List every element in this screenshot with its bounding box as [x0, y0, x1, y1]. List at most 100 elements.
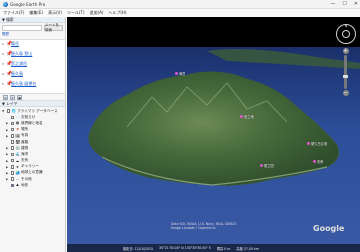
globe-icon: 🌐 [11, 109, 16, 114]
result-number: 2 [2, 52, 4, 56]
layer-label: 天気 [21, 158, 29, 163]
gallery-icon: ★ [15, 164, 20, 169]
earth-3d-view[interactable]: 竜岳 宮之浦 屋久島空港 安房 尾之間 N + − Data SIO, NOAA… [67, 17, 360, 252]
expand-icon[interactable]: ▶ [6, 128, 9, 132]
expand-icon[interactable]: ▶ [6, 165, 9, 169]
poi-dot-icon [313, 160, 316, 163]
poi-marker[interactable]: 屋久島空港 [307, 141, 327, 146]
layer-checkbox[interactable] [10, 115, 14, 120]
earth-icon: 🌏 [15, 170, 20, 175]
poi-marker[interactable]: 尾之間 [260, 163, 274, 168]
layer-label: ギャラリー [21, 164, 39, 169]
poi-dot-icon [260, 164, 263, 167]
poi-marker[interactable]: 安房 [313, 159, 323, 164]
weather-icon: ☁ [15, 158, 20, 163]
place-icon: 📍 [15, 127, 20, 132]
layer-checkbox[interactable] [10, 165, 14, 169]
result-name[interactable]: 屋久島 登山 [11, 51, 32, 57]
maximize-icon[interactable]: ☐ [342, 1, 346, 7]
zoom-in-icon[interactable]: + [342, 48, 349, 54]
layer-checkbox[interactable] [10, 177, 14, 181]
zoom-knob[interactable] [343, 75, 348, 78]
search-box: ルートを検索 履歴 [0, 23, 65, 39]
look-ring[interactable] [342, 30, 350, 38]
poi-marker[interactable]: 宮之浦 [240, 114, 254, 119]
result-name[interactable]: 宮之浦岳 [11, 61, 27, 67]
list-item[interactable]: 1 📌 竜岳 [2, 41, 63, 51]
layer-checkbox[interactable] [6, 109, 10, 113]
eye-altitude: 高度 27.00 km [236, 246, 259, 251]
layer-label: 地形 [21, 182, 29, 187]
placemark-pin-icon: 📌 [6, 40, 13, 47]
close-icon[interactable]: ✕ [354, 1, 358, 7]
more-icon: … [15, 177, 20, 182]
copyright-text: Data SIO, NOAA, U.S. Navy, NGA, GEBCO Im… [171, 222, 237, 230]
sky [67, 17, 360, 47]
result-name[interactable]: 屋久島 展望台 [11, 81, 36, 87]
list-item[interactable]: 5 📌 屋久島 展望台 [2, 81, 63, 91]
expand-icon[interactable]: ▶ [6, 171, 9, 175]
result-number: 1 [2, 42, 4, 46]
layer-label: プライマリ データベース [17, 108, 58, 113]
list-item[interactable]: 2 📌 屋久島 登山 [2, 51, 63, 61]
window-controls: — ☐ ✕ [330, 1, 358, 7]
copy-icon[interactable]: ⧉ [3, 94, 8, 100]
expand-icon[interactable]: ▼ [2, 109, 5, 113]
poi-dot-icon [240, 115, 243, 118]
layer-checkbox[interactable] [10, 183, 14, 188]
layer-checkbox[interactable] [10, 171, 14, 175]
result-number: 3 [2, 62, 4, 66]
list-item[interactable]: 4 📌 屋久島 [2, 71, 63, 81]
layer-item[interactable]: ⛰ 地形 [2, 182, 63, 188]
save-icon[interactable]: ▣ [17, 94, 22, 100]
placemark-pin-icon: 📌 [6, 60, 13, 67]
expand-icon[interactable]: ▶ [6, 146, 9, 150]
layers-tree: ▼ 🌐 プライマリ データベース 📄 お知らせ ▶ ▦ 境界線と地名 ▶ 📍 場… [0, 107, 65, 189]
layer-label: 境界線と地名 [21, 120, 43, 125]
zoom-out-icon[interactable]: − [342, 90, 349, 96]
poi-marker[interactable]: 竜岳 [175, 71, 185, 76]
menu-add[interactable]: 追加(A) [90, 10, 104, 16]
layer-checkbox[interactable] [10, 146, 14, 150]
layer-checkbox[interactable] [10, 152, 14, 157]
menu-file[interactable]: ファイル(F) [3, 10, 24, 16]
menu-edit[interactable]: 編集(E) [29, 10, 43, 16]
north-icon: N [344, 24, 348, 28]
menu-view[interactable]: 表示(V) [48, 10, 62, 16]
result-name[interactable]: 竜岳 [11, 41, 19, 47]
expand-icon[interactable]: ▶ [6, 134, 9, 138]
result-name[interactable]: 屋久島 [11, 71, 23, 77]
layer-checkbox[interactable] [10, 134, 14, 138]
layer-checkbox[interactable] [10, 127, 14, 132]
list-item[interactable]: 3 📌 宮之浦岳 [2, 61, 63, 71]
imagery-date: 撮影日: 12/14/2015 [123, 246, 154, 251]
history-link[interactable]: 履歴 [2, 32, 9, 37]
photo-icon: 🖼 [15, 133, 20, 138]
layer-checkbox[interactable] [10, 158, 14, 163]
compass-navigation[interactable]: N [336, 24, 356, 44]
expand-icon[interactable]: ▶ [6, 177, 9, 181]
route-search-button[interactable]: ルートを検索 [44, 23, 63, 32]
expand-icon[interactable]: ▶ [6, 121, 9, 125]
layer-label: 写真 [21, 133, 29, 138]
layer-checkbox[interactable] [10, 140, 14, 144]
search-input[interactable] [2, 25, 42, 31]
menu-tools[interactable]: ツール(T) [67, 10, 85, 16]
zoom-slider[interactable]: + − [342, 48, 349, 96]
sidebar: ▼ 検索 ルートを検索 履歴 1 📌 竜岳 2 📌 屋久島 登山 3 📌 宮之浦… [0, 17, 66, 252]
expand-icon[interactable]: ▶ [6, 152, 9, 156]
coordinates: 30°21'30.00" N 130°30'30.00" E [159, 246, 211, 250]
placemark-pin-icon: 📌 [6, 80, 13, 87]
title-bar: Google Earth Pro — ☐ ✕ [0, 0, 360, 9]
delete-icon[interactable]: ✕ [10, 94, 15, 100]
menu-help[interactable]: ヘルプ(H) [108, 10, 126, 16]
poi-dot-icon [307, 142, 310, 145]
road-icon: 🛣 [15, 140, 20, 145]
minimize-icon[interactable]: — [330, 1, 335, 7]
layer-label: 道路 [21, 139, 29, 144]
border-icon: ▦ [15, 121, 20, 126]
layer-checkbox[interactable] [10, 121, 14, 126]
terrain-icon: ⛰ [16, 183, 19, 188]
layer-label: 海洋 [21, 151, 29, 156]
expand-icon[interactable]: ▶ [6, 159, 9, 163]
